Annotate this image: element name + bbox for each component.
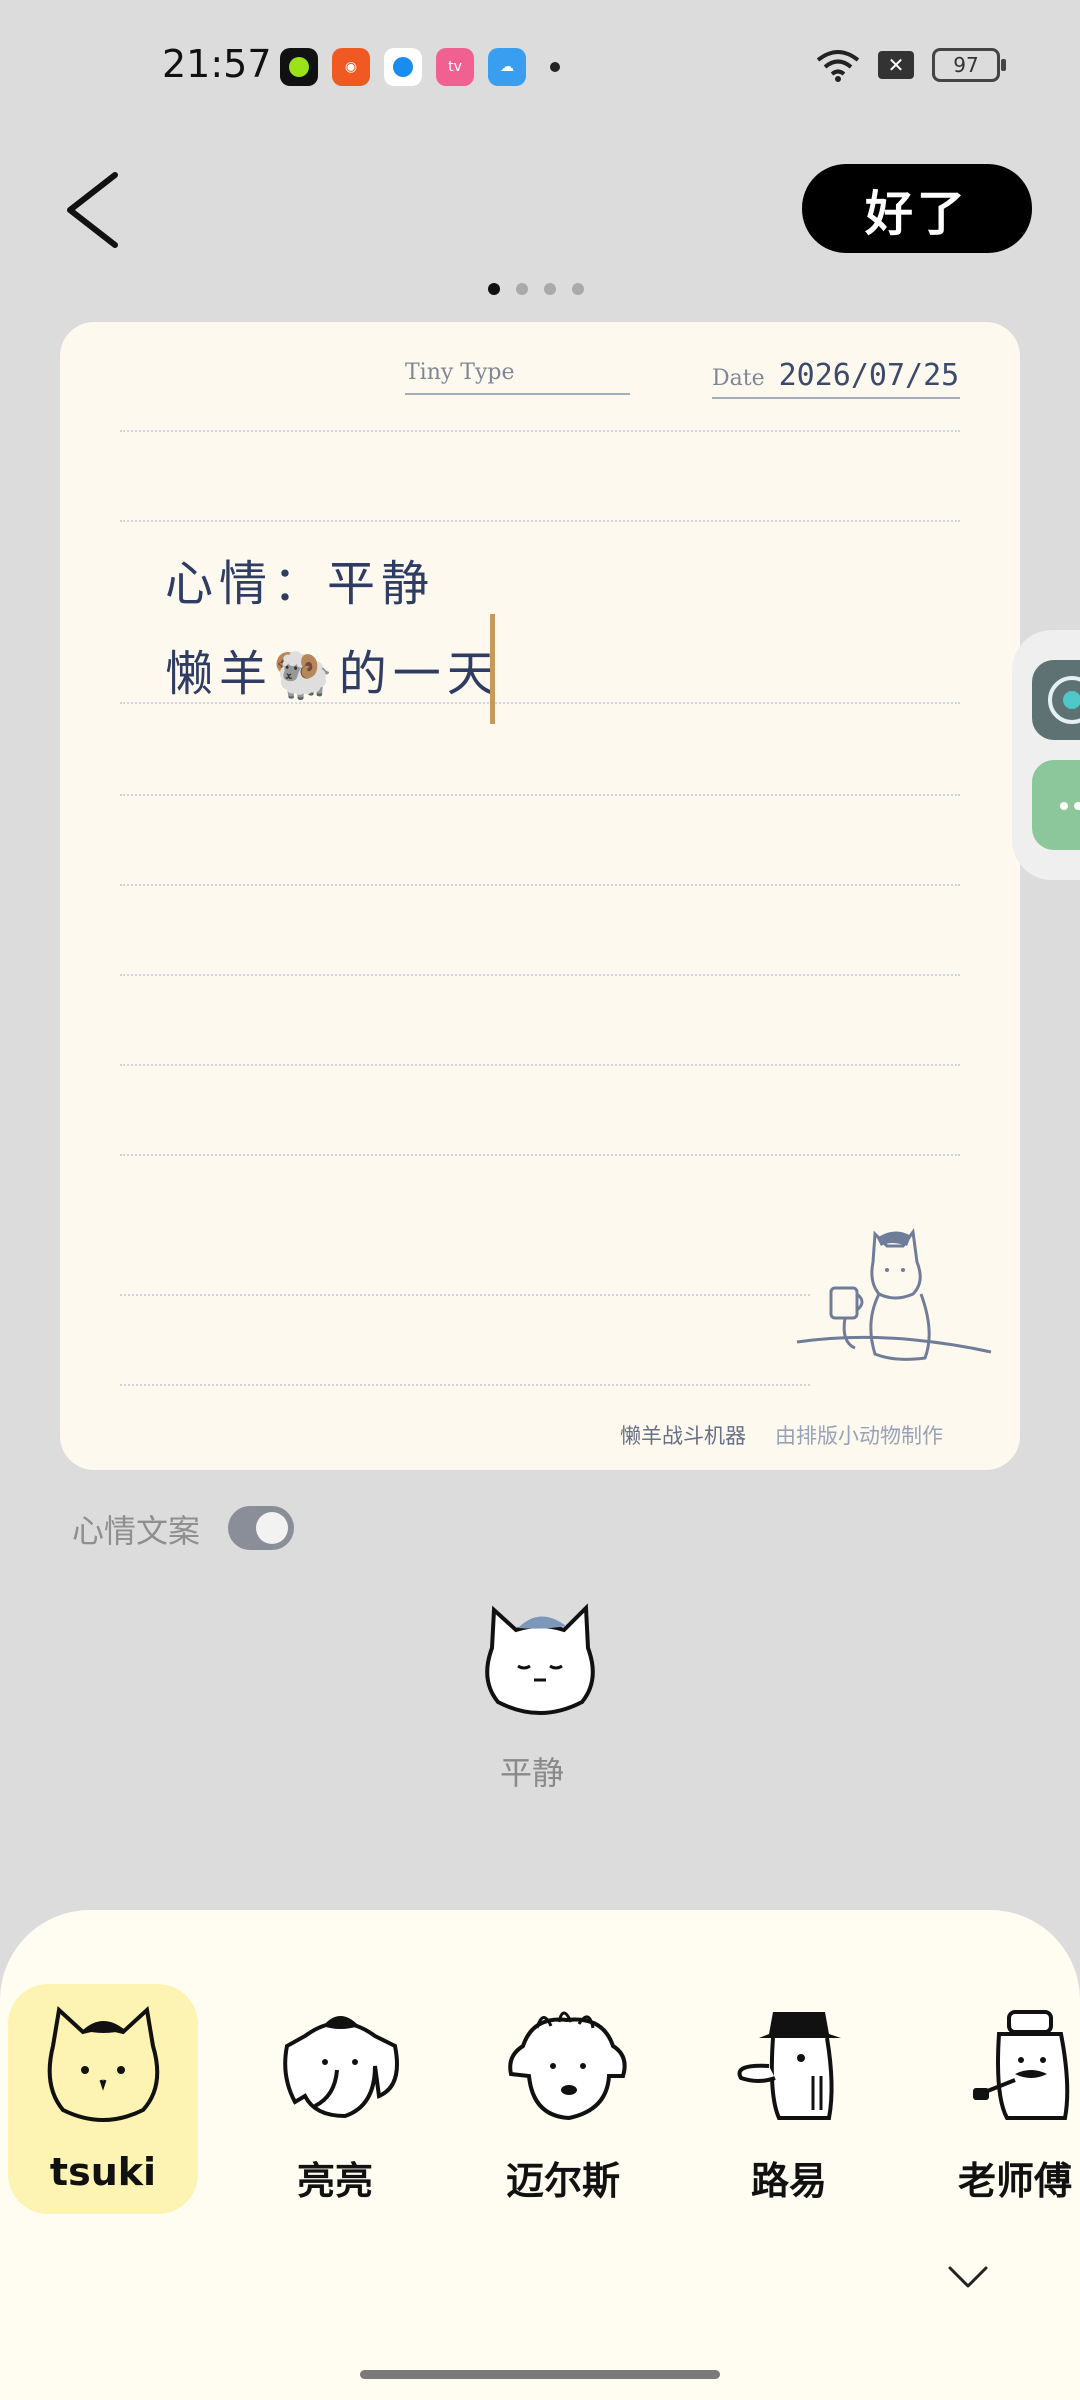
battery-icon: 97	[932, 48, 1006, 82]
chat-bubble-button[interactable]	[1032, 760, 1080, 850]
ruled-line	[120, 1064, 960, 1066]
target-icon	[1048, 676, 1080, 724]
duck-with-hat-icon	[737, 2012, 841, 2120]
cat-drinking-illustration	[796, 1228, 992, 1361]
mood-copy-toggle[interactable]	[228, 1506, 294, 1550]
home-indicator[interactable]	[360, 2370, 720, 2379]
diary-line-mood[interactable]: 心情：平静	[165, 544, 435, 614]
done-button[interactable]: 好了	[802, 164, 1032, 253]
chef-with-pipe-icon	[973, 2010, 1070, 2120]
screen-record-button[interactable]	[1032, 660, 1080, 740]
weather-icon: ☁	[488, 48, 526, 86]
date-value[interactable]: 2026/07/25	[779, 358, 960, 393]
page-dot	[488, 283, 500, 295]
tsuki-cat-icon	[47, 2006, 160, 2122]
character-name: tsuki	[49, 2150, 157, 2194]
chevron-down-icon[interactable]	[946, 2262, 990, 2292]
mood-copy-label: 心情文案	[72, 1512, 201, 1550]
no-sim-icon: ✕	[878, 51, 914, 79]
notification-icons: ◉ tv ☁	[280, 48, 560, 86]
page-dot	[516, 283, 528, 295]
character-name: 路易	[750, 2159, 827, 2203]
status-bar: 21:57 ◉ tv ☁ ✕ 97	[0, 0, 1080, 130]
ruled-line	[120, 884, 960, 886]
character-liangliang[interactable]: 亮亮	[240, 1984, 430, 2214]
bilibili-icon: tv	[436, 48, 474, 86]
character-picker-sheet: tsuki 亮亮 迈尔斯 路易 老师傅	[0, 1910, 1080, 2400]
date-row: Date 2026/07/25	[712, 358, 960, 399]
lime-app-icon	[280, 48, 318, 86]
character-name: 迈尔斯	[505, 2159, 620, 2203]
toggle-knob	[256, 1512, 288, 1544]
kuaishou-icon: ◉	[332, 48, 370, 86]
text-cursor	[490, 614, 495, 724]
ruled-line	[120, 1154, 960, 1156]
character-miles[interactable]: 迈尔斯	[468, 1984, 658, 2214]
character-name: 亮亮	[296, 2159, 373, 2203]
character-master[interactable]: 老师傅	[920, 1984, 1080, 2214]
status-right: ✕ 97	[816, 48, 1006, 82]
character-name: 老师傅	[957, 2159, 1072, 2203]
page-dot	[572, 283, 584, 295]
floating-side-panel	[1012, 630, 1080, 880]
page-indicator	[488, 283, 584, 295]
character-louis[interactable]: 路易	[694, 1984, 884, 2214]
ruled-line	[120, 430, 960, 432]
battery-level: 97	[953, 53, 979, 77]
elephant-icon	[283, 2016, 399, 2119]
ruled-line	[120, 974, 960, 976]
footer-author: 懒羊战斗机器	[620, 1424, 746, 1448]
diary-line-title[interactable]: 懒羊🐏的一天	[165, 634, 501, 704]
ruled-line	[120, 1294, 810, 1296]
ruled-line	[120, 1384, 810, 1386]
ruled-line	[120, 520, 960, 522]
footer-credit: 由排版小动物制作	[775, 1424, 943, 1448]
wifi-icon	[816, 50, 860, 82]
character-tsuki[interactable]: tsuki	[8, 1984, 198, 2214]
status-time: 21:57	[162, 42, 272, 86]
browser-icon	[384, 48, 422, 86]
shaggy-dog-icon	[508, 2011, 627, 2121]
page-dot	[544, 283, 556, 295]
back-button[interactable]	[60, 165, 140, 255]
more-notifications-icon	[550, 62, 560, 72]
date-label: Date	[712, 366, 765, 391]
tiny-type-label: Tiny Type	[405, 360, 630, 395]
mood-label: 平静	[500, 1754, 565, 1792]
calm-cat-mood-icon[interactable]	[478, 1600, 602, 1720]
ruled-line	[120, 794, 960, 796]
more-dots-icon	[1060, 802, 1080, 810]
diary-card[interactable]: Tiny Type Date 2026/07/25 心情：平静 懒羊🐏的一天 懒…	[60, 322, 1020, 1470]
